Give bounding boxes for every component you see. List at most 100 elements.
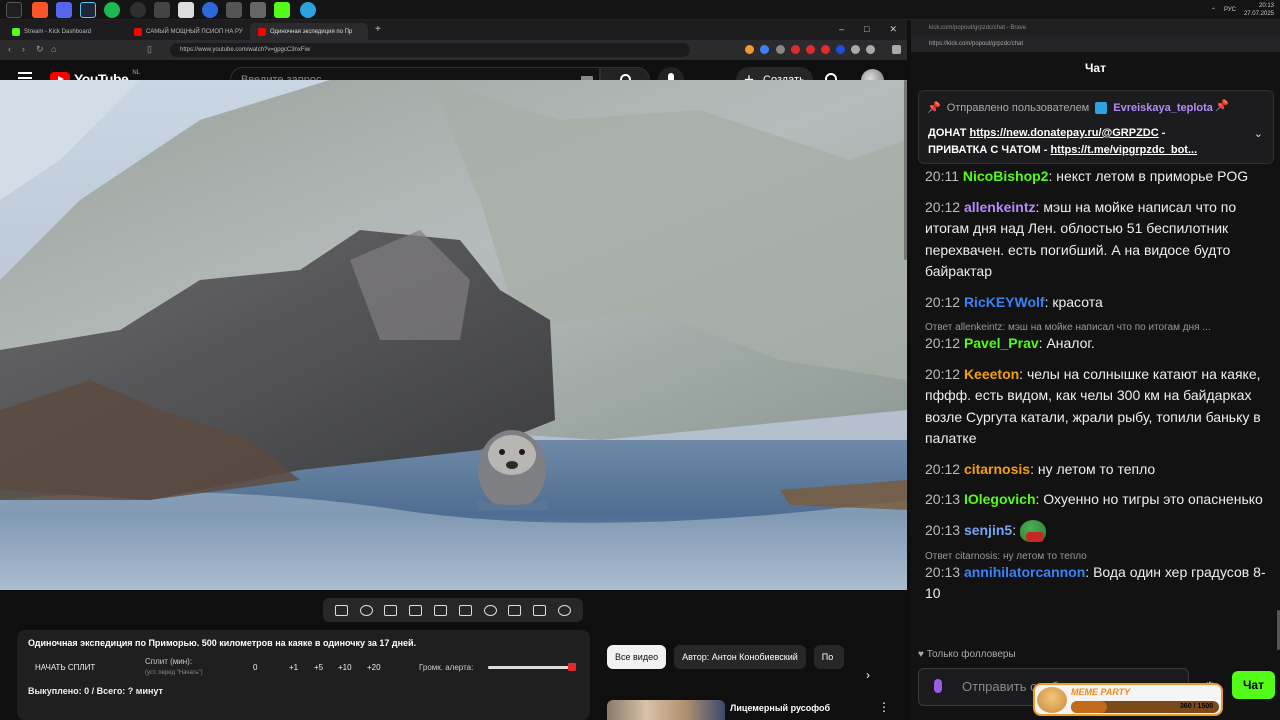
broadcast-icon[interactable] <box>359 604 373 616</box>
screenshot-view-icon[interactable] <box>384 604 398 616</box>
meme-party-count: 360 / 1500 <box>1179 703 1213 710</box>
message-username[interactable]: Pavel_Prav <box>964 335 1039 351</box>
meme-party-widget: MEME PARTY 360 / 1500 <box>1033 683 1223 716</box>
volume-slider[interactable] <box>488 663 577 671</box>
message-time: 20:12 <box>925 335 961 351</box>
increment-20-button[interactable]: +20 <box>367 663 381 672</box>
chip-all-videos[interactable]: Все видео <box>607 645 667 669</box>
chip-more[interactable]: По <box>813 645 844 669</box>
message-username[interactable]: NicoBishop2 <box>963 168 1049 184</box>
steam-icon[interactable] <box>80 2 96 18</box>
brave-browser-icon[interactable] <box>32 2 48 18</box>
minimize-icon[interactable]: – <box>839 24 844 35</box>
url-field[interactable]: https://www.youtube.com/watch?v=gpgcC3nx… <box>170 43 690 57</box>
message-text: Аналог. <box>1046 335 1095 351</box>
increment-5-button[interactable]: +5 <box>314 663 323 672</box>
chat-window: kick.com/popout/grpzdc/chat - Brave http… <box>911 20 1280 720</box>
app-icon-5[interactable] <box>250 2 266 18</box>
tray-lang[interactable]: РУС <box>1224 7 1236 13</box>
pinned-user-badge-icon <box>1095 101 1108 114</box>
camera-icon[interactable] <box>533 604 547 616</box>
forward-icon[interactable]: › <box>22 44 25 54</box>
app-icon-4[interactable] <box>226 2 242 18</box>
telegram-link[interactable]: https://t.me/vipgrpzdc_bot... <box>1050 144 1197 156</box>
app-icon[interactable] <box>154 2 170 18</box>
chevron-right-icon[interactable]: › <box>866 668 870 682</box>
maximize-icon[interactable]: □ <box>864 24 869 35</box>
address-bar: ‹ › ↻ ⌂ ▯ https://www.youtube.com/watch?… <box>0 40 907 60</box>
more-vert-icon[interactable]: ⋮ <box>878 700 890 714</box>
reply-reference[interactable]: Ответ allenkeintz: мэш на мойке написал … <box>925 322 1271 333</box>
split-value[interactable]: 0 <box>253 663 257 672</box>
recommendation-thumbnail[interactable] <box>607 700 725 720</box>
obs-icon[interactable] <box>130 2 146 18</box>
reload-icon[interactable]: ↻ <box>36 44 44 55</box>
tab-youtube-active[interactable]: Одиночная экспедиция по Пр <box>250 23 368 40</box>
chat-header-title: Чат <box>1085 61 1106 75</box>
unpin-icon[interactable]: 📌 <box>1215 99 1229 112</box>
extension-icon[interactable] <box>776 45 785 54</box>
new-tab-button[interactable]: + <box>375 24 381 35</box>
message-username[interactable]: allenkeintz <box>964 199 1036 215</box>
extension-icon[interactable] <box>821 45 830 54</box>
chip-author[interactable]: Автор: Антон Конобиевский <box>674 645 806 669</box>
picture-in-picture-icon[interactable] <box>434 604 448 616</box>
bookmark-icon[interactable]: ▯ <box>147 44 152 55</box>
close-icon[interactable]: ✕ <box>889 24 897 35</box>
message-time: 20:13 <box>925 491 961 507</box>
extension-icon[interactable] <box>791 45 800 54</box>
telegram-icon[interactable] <box>300 2 316 18</box>
kick-icon[interactable] <box>274 2 290 18</box>
extension-icon[interactable] <box>745 45 754 54</box>
mic-icon[interactable] <box>934 679 942 693</box>
theater-icon[interactable] <box>458 604 472 616</box>
donate-link[interactable]: https://new.donatepay.ru/@GRPZDC <box>970 127 1159 139</box>
increment-1-button[interactable]: +1 <box>289 663 298 672</box>
loop-icon[interactable] <box>334 604 348 616</box>
start-split-button[interactable]: НАЧАТЬ СПЛИТ <box>35 663 95 672</box>
chat-send-button[interactable]: Чат <box>1232 671 1275 699</box>
extension-icon[interactable] <box>760 45 769 54</box>
app-icon-2[interactable] <box>178 2 194 18</box>
windows-start-icon[interactable] <box>6 2 22 18</box>
tray-clock[interactable]: 20:13 27.07.2025 <box>1244 2 1274 18</box>
video-player[interactable] <box>0 80 907 590</box>
recommendation-title[interactable]: Лицемерный русофоб <box>730 703 830 713</box>
chevron-down-icon[interactable]: ⌄ <box>1254 127 1263 140</box>
extension-icon[interactable] <box>806 45 815 54</box>
tab-kick-dashboard[interactable]: Stream - Kick Dashboard <box>4 23 124 40</box>
discord-icon[interactable] <box>56 2 72 18</box>
message-username[interactable]: IOlegovich <box>964 491 1036 507</box>
chat-message: 20:12 Pavel_Prav: Аналог. <box>925 335 1095 351</box>
pinned-user[interactable]: Evreiskaya_teplota <box>1113 102 1213 114</box>
message-username[interactable]: senjin5 <box>964 522 1012 538</box>
menu-icon[interactable] <box>892 45 901 54</box>
message-username[interactable]: annihilatorcannon <box>964 564 1085 580</box>
speed-gauge-icon[interactable] <box>483 604 497 616</box>
pinned-message[interactable]: 📌 Отправлено пользователем Evreiskaya_te… <box>918 90 1274 164</box>
tray-chevron-icon[interactable]: ⌃ <box>1211 7 1216 14</box>
message-username[interactable]: RicKEYWolf <box>964 294 1045 310</box>
message-username[interactable]: citarnosis <box>964 461 1030 477</box>
page-scrollbar[interactable] <box>904 80 907 260</box>
reply-reference[interactable]: Ответ citarnosis: ну летом то тепло <box>925 551 1271 562</box>
film-icon[interactable] <box>409 604 423 616</box>
spotify-icon[interactable] <box>104 2 120 18</box>
split-hint: (уст. перед "Начать") <box>145 670 203 676</box>
tab-youtube-1[interactable]: САМЫЙ МОЩНЫЙ ПСИОП НА РУ <box>126 23 246 40</box>
tab-bar: Stream - Kick Dashboard САМЫЙ МОЩНЫЙ ПСИ… <box>0 20 907 40</box>
message-username[interactable]: Keeeton <box>964 366 1019 382</box>
chat-address-bar[interactable]: https://kick.com/popout/grpzdc/chat <box>911 36 1280 52</box>
back-icon[interactable]: ‹ <box>8 44 11 54</box>
app-icon-3[interactable] <box>202 2 218 18</box>
extension-icon[interactable] <box>851 45 860 54</box>
gear-icon[interactable] <box>558 604 572 616</box>
volume-slider-knob[interactable] <box>568 663 577 671</box>
home-icon[interactable]: ⌂ <box>51 44 56 54</box>
add-box-icon[interactable] <box>508 604 522 616</box>
extension-icon[interactable] <box>866 45 875 54</box>
recommendation-chips: Все видео Автор: Антон Конобиевский По <box>607 645 844 669</box>
tab-label: САМЫЙ МОЩНЫЙ ПСИОП НА РУ <box>146 28 243 35</box>
extension-icon[interactable] <box>836 45 845 54</box>
increment-10-button[interactable]: +10 <box>338 663 352 672</box>
